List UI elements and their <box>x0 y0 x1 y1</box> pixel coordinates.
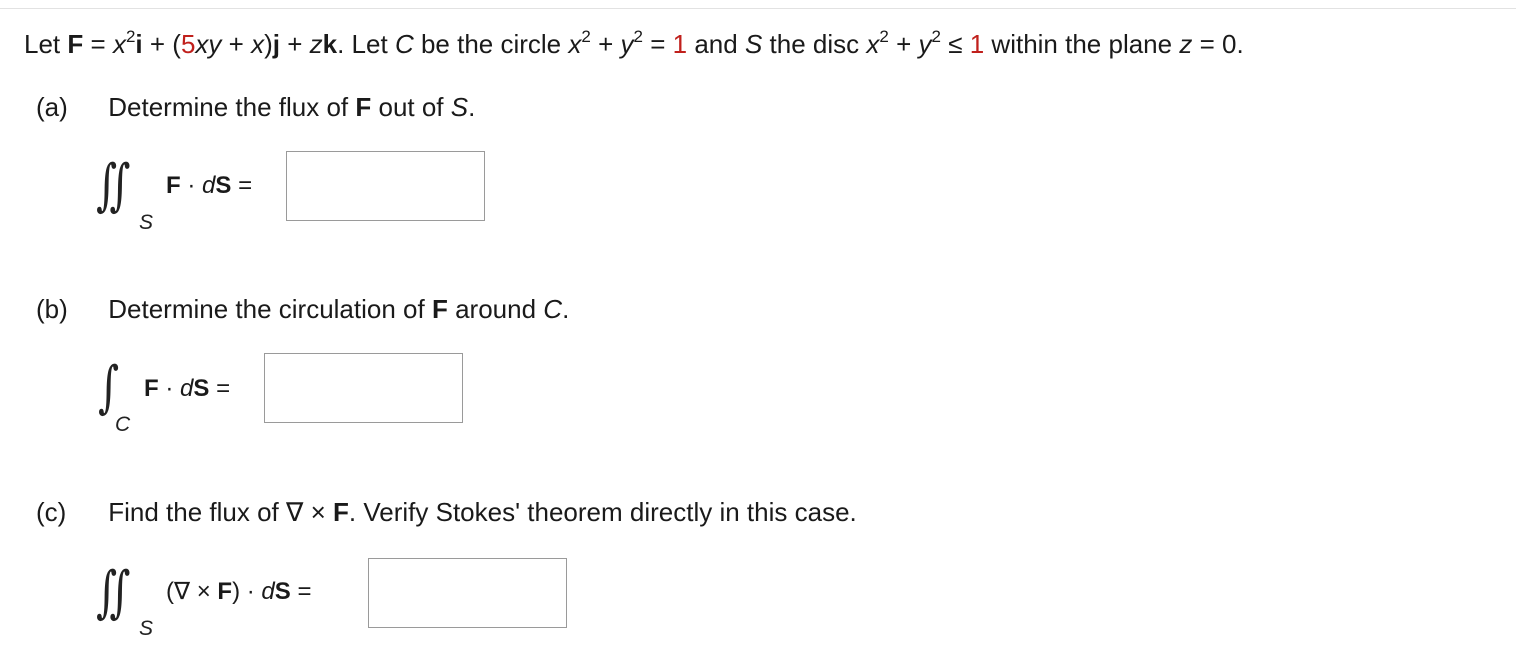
answer-b-input[interactable] <box>264 353 463 423</box>
integral-subscript: S <box>139 617 154 640</box>
integral-subscript: C <box>115 413 131 436</box>
part-c-prompt: (c) Find the flux of ∇ × F. Verify Stoke… <box>36 497 857 527</box>
top-divider <box>0 8 1516 9</box>
answer-a-input[interactable] <box>286 151 485 221</box>
integral-b-expression: F · dS = <box>144 375 231 402</box>
part-a-prompt: (a) Determine the flux of F out of S. <box>36 92 476 122</box>
integral-a-expression: F · dS = <box>166 172 253 199</box>
integral-subscript: S <box>139 211 154 234</box>
double-integral-icon: ∬ <box>96 560 131 625</box>
answer-c-input[interactable] <box>368 558 567 628</box>
line-integral-icon: ∫ <box>98 355 120 420</box>
problem-statement: Let F = x2i + (5xy + x)j + zk. Let C be … <box>24 27 1244 59</box>
integral-c-expression: (∇ × F) · dS = <box>166 578 312 605</box>
double-integral-icon: ∬ <box>96 153 131 218</box>
part-b-prompt: (b) Determine the circulation of F aroun… <box>36 294 570 324</box>
